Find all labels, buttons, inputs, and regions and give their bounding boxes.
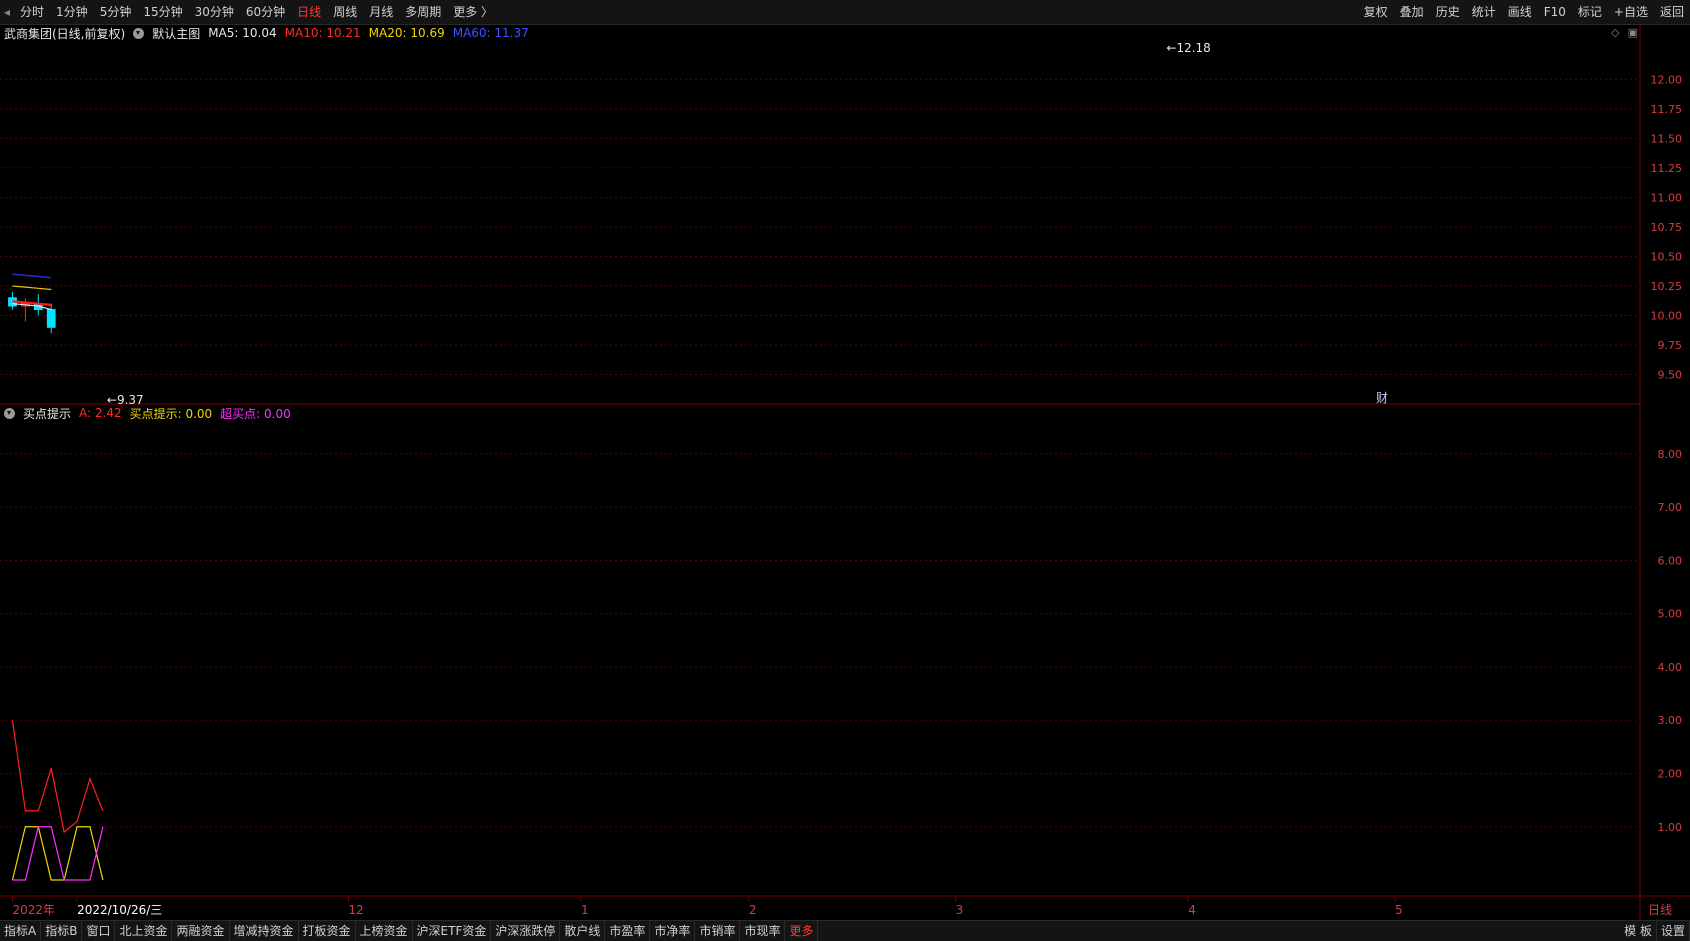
main-y-tick-label: 11.75 xyxy=(1651,103,1683,116)
grid-lines xyxy=(0,24,1690,920)
main-y-tick-label: 10.00 xyxy=(1651,309,1683,322)
main-y-tick-label: 10.50 xyxy=(1651,250,1683,263)
toolbar-button-7[interactable]: +自选 xyxy=(1608,0,1654,24)
sub-y-tick-label: 2.00 xyxy=(1658,768,1683,781)
main-y-tick-label: 9.75 xyxy=(1658,339,1683,352)
bottom-tab-3[interactable]: 北上资金 xyxy=(115,921,173,941)
x-tick-label: 3 xyxy=(956,903,964,917)
period-tab-1[interactable]: 1分钟 xyxy=(50,0,94,24)
series-A xyxy=(11,720,104,834)
toolbar-button-4[interactable]: 画线 xyxy=(1502,0,1538,24)
x-tick-label: 2022年 xyxy=(12,903,55,917)
price-annotation: ←12.18 xyxy=(1166,41,1210,55)
toolbar-button-6[interactable]: 标记 xyxy=(1572,0,1608,24)
period-tab-2[interactable]: 5分钟 xyxy=(94,0,138,24)
main-y-tick-label: 12.00 xyxy=(1651,73,1683,86)
toolbar-button-1[interactable]: 叠加 xyxy=(1394,0,1430,24)
series-超买点 xyxy=(12,826,104,881)
bottom-tab-11[interactable]: 市盈率 xyxy=(605,921,651,941)
period-tab-4[interactable]: 30分钟 xyxy=(189,0,240,24)
main-y-tick-label: 10.75 xyxy=(1651,221,1683,234)
sub-y-tick-label: 7.00 xyxy=(1658,501,1683,514)
sub-y-tick-label: 8.00 xyxy=(1658,448,1683,461)
sub-y-tick-label: 5.00 xyxy=(1658,608,1683,621)
x-tick-label: 1 xyxy=(581,903,589,917)
period-tab-10[interactable]: 更多 〉 xyxy=(447,0,499,24)
main-y-tick-label: 10.25 xyxy=(1651,280,1683,293)
main-y-tick-label: 9.50 xyxy=(1658,368,1683,381)
period-tab-5[interactable]: 60分钟 xyxy=(240,0,291,24)
chart-area[interactable]: ←12.18 ←9.37 财 9.50 9.75 10.00 10.25 10.50 10.7… xyxy=(0,24,1690,920)
x-tick-label: 12 xyxy=(348,903,363,917)
sub-y-tick-label: 6.00 xyxy=(1658,554,1683,567)
bottom-tab-8[interactable]: 沪深ETF资金 xyxy=(413,921,492,941)
period-tabs: ◂ 分时 1分钟 5分钟 15分钟 30分钟 60分钟 日线 周线 月线 多周期 更多 〉 xyxy=(0,0,499,24)
toolbar-button-0[interactable]: 复权 xyxy=(1358,0,1394,24)
toolbar-button-2[interactable]: 历史 xyxy=(1430,0,1466,24)
bottom-right-button-1[interactable]: 设置 xyxy=(1657,921,1690,941)
bottom-tab-9[interactable]: 沪深涨跌停 xyxy=(491,921,561,941)
bottom-tab-4[interactable]: 两融资金 xyxy=(172,921,230,941)
x-tick-label: 4 xyxy=(1188,903,1196,917)
price-annotation: ←9.37 xyxy=(107,393,144,407)
bottom-tab-14[interactable]: 市现率 xyxy=(740,921,786,941)
toolbar-button-5[interactable]: F10 xyxy=(1538,0,1572,24)
bottom-right-button-0[interactable]: 模 板 xyxy=(1620,921,1657,941)
bottom-tab-2[interactable]: 窗口 xyxy=(82,921,116,941)
period-tab-7[interactable]: 周线 xyxy=(327,0,363,24)
main-y-tick-label: 11.25 xyxy=(1651,162,1683,175)
top-toolbar: ◂ 分时 1分钟 5分钟 15分钟 30分钟 60分钟 日线 周线 月线 多周期 更多 〉 复权 叠加… xyxy=(0,0,1690,25)
bottom-tab-13[interactable]: 市销率 xyxy=(695,921,741,941)
period-tab-8[interactable]: 月线 xyxy=(363,0,399,24)
candle-body xyxy=(46,309,56,328)
x-tick-label: 5 xyxy=(1395,903,1403,917)
finance-marker: 财 xyxy=(1376,391,1388,405)
sub-y-tick-label: 1.00 xyxy=(1658,821,1683,834)
toolbar-button-8[interactable]: 返回 xyxy=(1654,0,1690,24)
sub-y-tick-label: 4.00 xyxy=(1658,661,1683,674)
bottom-tab-12[interactable]: 市净率 xyxy=(650,921,696,941)
axes: 9.509.7510.0010.2510.5010.7511.0011.2511… xyxy=(11,73,1683,917)
period-tab-9[interactable]: 多周期 xyxy=(399,0,447,24)
period-tab-3[interactable]: 15分钟 xyxy=(137,0,188,24)
ma20-line xyxy=(12,285,52,291)
period-tab-0[interactable]: 分时 xyxy=(14,0,50,24)
sub-y-tick-label: 3.00 xyxy=(1658,714,1683,727)
bottom-tab-6[interactable]: 打板资金 xyxy=(299,921,356,941)
x-tick-label: 2022/10/26/三 xyxy=(77,903,162,917)
bottom-tab-0[interactable]: 指标A xyxy=(0,921,42,941)
bottom-tab-15[interactable]: 更多 xyxy=(785,921,819,941)
indicator-chart xyxy=(11,720,104,881)
bottom-tab-bar: 指标A 指标B 窗口 北上资金 两融资金 增减持资金 打板资金 上榜资金 沪深ETF资金 沪深涨跌… xyxy=(0,920,1690,941)
toolbar-right-buttons: 复权 叠加 历史 统计 画线 F10 标记 +自选 返回 xyxy=(1358,0,1690,24)
x-tick-label: 2 xyxy=(749,903,757,917)
bottom-tab-5[interactable]: 增减持资金 xyxy=(230,921,299,941)
ma60-line xyxy=(12,273,52,279)
main-y-tick-label: 11.50 xyxy=(1651,132,1683,145)
main-y-tick-label: 11.00 xyxy=(1651,191,1683,204)
x-tick-label: 日线 xyxy=(1648,903,1672,917)
bottom-tab-1[interactable]: 指标B xyxy=(41,921,83,941)
caret-left-icon[interactable]: ◂ xyxy=(0,0,14,24)
candlestick-chart: ←12.18 ←9.37 财 xyxy=(8,41,1388,407)
toolbar-button-3[interactable]: 统计 xyxy=(1466,0,1502,24)
bottom-tab-10[interactable]: 散户线 xyxy=(560,921,606,941)
bottom-tab-7[interactable]: 上榜资金 xyxy=(356,921,413,941)
period-tab-6[interactable]: 日线 xyxy=(291,0,327,24)
